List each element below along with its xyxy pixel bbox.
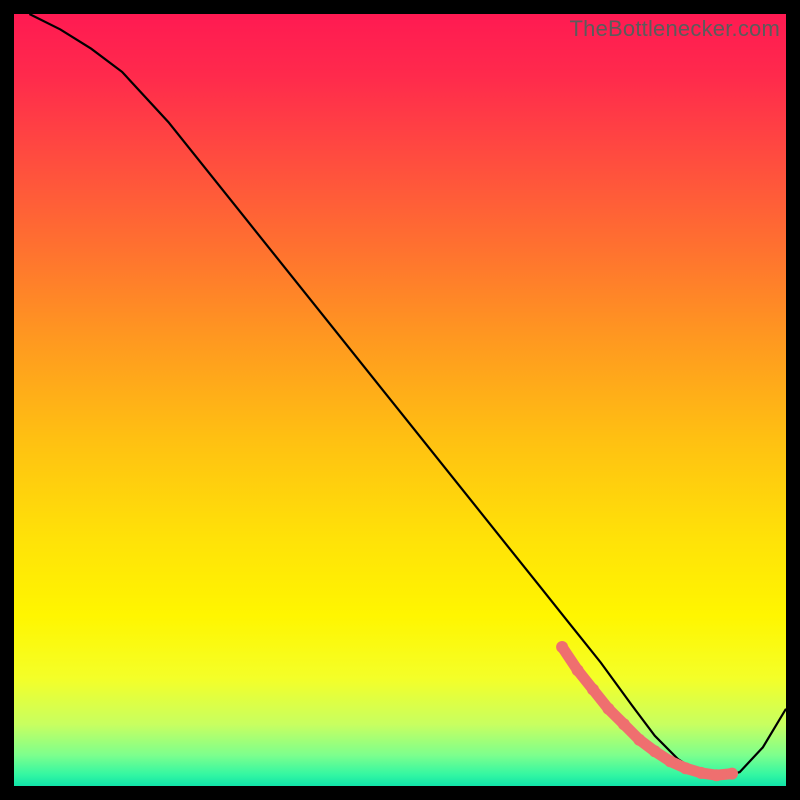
chart-frame: TheBottlenecker.com (14, 14, 786, 786)
dot (556, 641, 568, 653)
dot (633, 734, 645, 746)
dot (602, 703, 614, 715)
dot (587, 684, 599, 696)
dot (618, 718, 630, 730)
dot (649, 745, 661, 757)
dot (726, 768, 738, 780)
watermark-text: TheBottlenecker.com (570, 16, 780, 42)
dot (664, 755, 676, 767)
gradient-background (14, 14, 786, 786)
dot (711, 769, 723, 781)
dot (572, 664, 584, 676)
dot (695, 767, 707, 779)
dot (680, 762, 692, 774)
chart-svg (14, 14, 786, 786)
